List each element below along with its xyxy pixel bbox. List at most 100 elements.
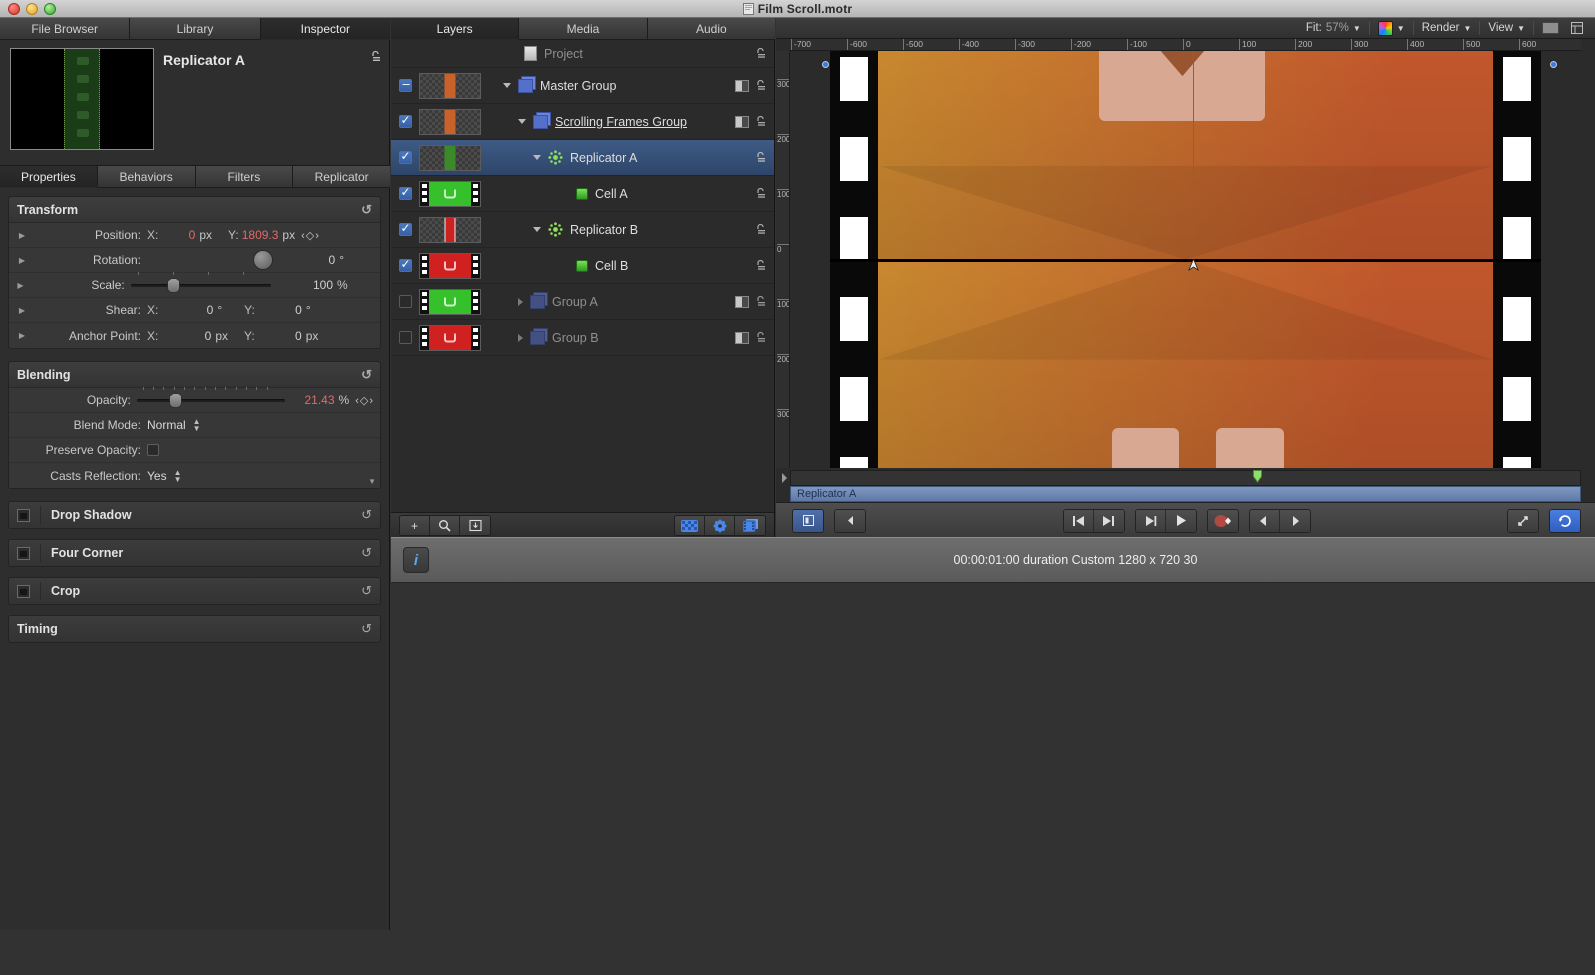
- stepper-arrows-icon[interactable]: ▲ ▼: [193, 418, 201, 433]
- property-row-shear[interactable]: ▶ Shear: X: 0 ° Y: 0 °: [9, 298, 380, 323]
- lock-icon[interactable]: [755, 115, 766, 128]
- left-pane-tabs[interactable]: File Browser Library Inspector: [0, 18, 390, 40]
- loop-icon[interactable]: [1550, 509, 1580, 532]
- blend-mode-select[interactable]: Normal ▲ ▼: [147, 418, 201, 433]
- disclosure-triangle-icon[interactable]: [503, 83, 511, 88]
- window-controls[interactable]: [8, 3, 56, 15]
- playhead-marker[interactable]: [1253, 470, 1262, 483]
- position-x-value[interactable]: 0: [161, 228, 196, 242]
- four-corner-checkbox[interactable]: [17, 546, 30, 560]
- layers-list[interactable]: Project Master Group: [391, 40, 774, 512]
- disclosure-triangle-icon[interactable]: ▶: [9, 331, 35, 340]
- lock-icon[interactable]: [755, 151, 766, 164]
- disclosure-triangle-icon[interactable]: [518, 297, 523, 306]
- fullscreen-icon[interactable]: [1508, 509, 1538, 532]
- tab-inspector[interactable]: Inspector: [260, 18, 390, 40]
- chevron-down-icon[interactable]: ▼: [1353, 24, 1361, 33]
- tab-replicator[interactable]: Replicator: [293, 166, 390, 188]
- render-menu[interactable]: Render ▼: [1416, 19, 1478, 38]
- rotation-value[interactable]: 0: [301, 253, 336, 267]
- layer-visibility-checkbox[interactable]: [398, 76, 412, 92]
- show-hud-button[interactable]: [1536, 19, 1565, 38]
- canvas-selection-bar[interactable]: Replicator A: [790, 486, 1581, 502]
- layer-row-master-group[interactable]: Master Group: [391, 68, 774, 104]
- layer-row-group-a[interactable]: Group A: [391, 284, 774, 320]
- transform-handle[interactable]: [1550, 61, 1557, 68]
- four-corner-group[interactable]: Four Corner ↺: [8, 539, 381, 567]
- disclosure-triangle-icon[interactable]: ▶: [9, 281, 32, 290]
- search-icon[interactable]: [430, 516, 460, 535]
- record-keyframe-icon[interactable]: [1207, 509, 1238, 532]
- import-icon[interactable]: [460, 516, 490, 535]
- playback-group[interactable]: [1134, 508, 1197, 533]
- casts-reflection-select[interactable]: Yes ▲ ▼: [147, 468, 182, 483]
- property-row-rotation[interactable]: ▶ Rotation: 0 °: [9, 248, 380, 273]
- gear-icon[interactable]: [705, 516, 735, 535]
- disclosure-triangle-icon[interactable]: [533, 227, 541, 232]
- play-range-group[interactable]: [792, 508, 824, 533]
- crop-checkbox[interactable]: [17, 584, 30, 598]
- next-frame-icon[interactable]: [1135, 509, 1166, 532]
- disclosure-triangle-icon[interactable]: ▶: [9, 256, 35, 265]
- tab-layers[interactable]: Layers: [391, 18, 520, 40]
- shear-x-value[interactable]: 0: [161, 303, 214, 317]
- tab-media[interactable]: Media: [519, 18, 648, 40]
- lock-icon[interactable]: [755, 47, 766, 60]
- loop-group[interactable]: [1549, 508, 1581, 533]
- layer-row-scrolling-frames-group[interactable]: Scrolling Frames Group: [391, 104, 774, 140]
- stepper-arrows-icon[interactable]: ▲ ▼: [174, 468, 182, 483]
- step-forward-icon[interactable]: [1279, 509, 1310, 532]
- minimize-button[interactable]: [26, 3, 38, 15]
- canvas-mini-timeline[interactable]: [781, 470, 1581, 486]
- canvas-horizontal-ruler[interactable]: -700 -600 -500 -400 -300 -200 -100 0 100…: [790, 39, 1581, 51]
- layers-view-buttons[interactable]: [674, 515, 766, 536]
- disclosure-triangle-icon[interactable]: ▶: [9, 231, 35, 240]
- canvas-transport-controls[interactable]: [776, 502, 1595, 538]
- disclosure-triangle-icon[interactable]: ▶: [9, 306, 35, 315]
- loop-start-icon[interactable]: [793, 509, 823, 532]
- property-row-position[interactable]: ▶ Position: X: 0 px Y: 1809.3 px ‹◇›: [9, 223, 380, 248]
- mask-indicator-icon[interactable]: [735, 115, 749, 128]
- canvas-viewport[interactable]: [790, 51, 1581, 468]
- scale-slider[interactable]: [130, 272, 272, 293]
- reset-icon[interactable]: ↺: [361, 507, 372, 523]
- chevron-down-icon[interactable]: ▼: [1463, 24, 1471, 33]
- nav-group[interactable]: [1062, 508, 1125, 533]
- fullscreen-group[interactable]: [1507, 508, 1539, 533]
- property-row-casts-reflection[interactable]: Casts Reflection: Yes ▲ ▼ ▼: [9, 463, 380, 488]
- maximize-button[interactable]: [44, 3, 56, 15]
- disclosure-triangle-icon[interactable]: [533, 155, 541, 160]
- channels-control[interactable]: ▼: [1372, 19, 1411, 38]
- lock-icon[interactable]: [755, 259, 766, 272]
- layer-row-project[interactable]: Project: [391, 40, 774, 68]
- lock-icon[interactable]: [755, 295, 766, 308]
- lock-icon[interactable]: [755, 331, 766, 344]
- scale-value[interactable]: 100: [299, 278, 333, 292]
- reset-icon[interactable]: ↺: [361, 367, 372, 383]
- layer-visibility-checkbox[interactable]: [398, 149, 412, 164]
- tab-audio[interactable]: Audio: [647, 18, 775, 40]
- layers-action-buttons[interactable]: +: [399, 515, 491, 536]
- transform-handle[interactable]: [822, 61, 829, 68]
- property-row-preserve-opacity[interactable]: Preserve Opacity:: [9, 438, 380, 463]
- reset-icon[interactable]: ↺: [361, 545, 372, 561]
- property-row-opacity[interactable]: Opacity: 21.43 % ‹◇›: [9, 387, 380, 413]
- rotation-dial[interactable]: [253, 250, 274, 270]
- lock-icon[interactable]: [370, 50, 381, 63]
- disclosure-triangle-icon[interactable]: [518, 119, 526, 124]
- position-y-value[interactable]: 1809.3: [242, 228, 279, 242]
- step-group[interactable]: [1248, 508, 1311, 533]
- play-range-end-group[interactable]: [834, 508, 866, 533]
- layer-visibility-checkbox[interactable]: [398, 295, 412, 308]
- step-back-icon[interactable]: [1249, 509, 1280, 532]
- layer-visibility-checkbox[interactable]: [398, 257, 412, 272]
- crop-group[interactable]: Crop ↺: [8, 577, 381, 605]
- main-toolbar[interactable]: ▼ ▼ ▼ ▼ T: [391, 537, 1595, 583]
- view-menu[interactable]: View ▼: [1482, 19, 1531, 38]
- mask-indicator-icon[interactable]: [735, 331, 749, 344]
- add-icon[interactable]: +: [400, 516, 430, 535]
- reset-icon[interactable]: ↺: [361, 583, 372, 599]
- layer-row-cell-a[interactable]: Cell A: [391, 176, 774, 212]
- tab-properties[interactable]: Properties: [0, 166, 98, 188]
- play-icon[interactable]: [1165, 509, 1196, 532]
